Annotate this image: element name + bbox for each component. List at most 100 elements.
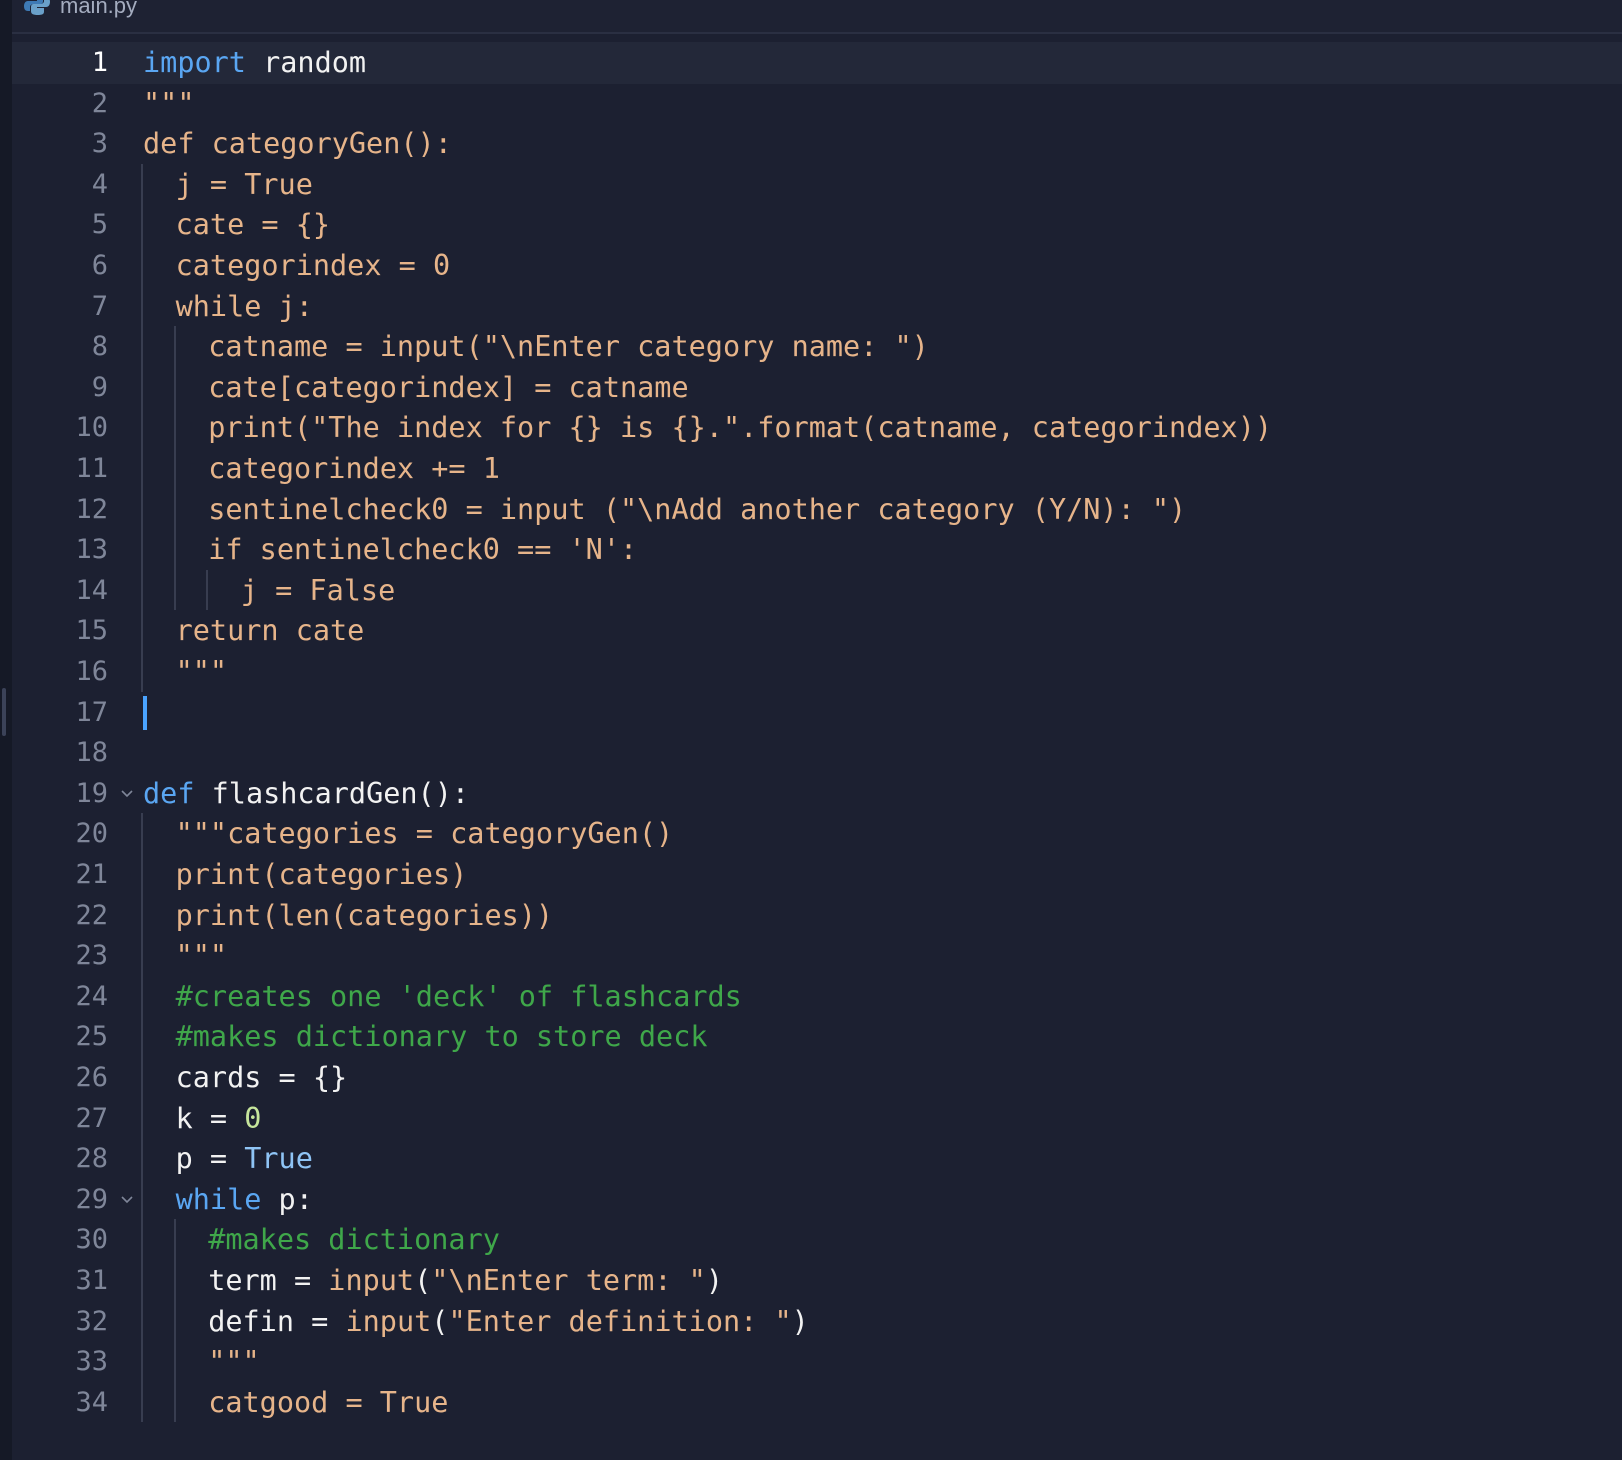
line-number: 5	[91, 209, 108, 241]
code-line[interactable]: 24 #creates one 'deck' of flashcards	[12, 976, 1622, 1018]
code-token: cate[categorindex] = catname	[208, 370, 689, 404]
code-token: "\nEnter term: "	[431, 1264, 706, 1297]
code-line[interactable]: 20 """categories = categoryGen()	[12, 813, 1622, 855]
code-token: return cate	[175, 614, 365, 648]
line-number: 29	[75, 1183, 108, 1215]
code-line[interactable]: 26 cards = {}	[12, 1057, 1622, 1099]
line-number: 11	[75, 453, 108, 484]
code-line[interactable]: 14 j = False	[12, 570, 1622, 612]
code-token: random	[245, 46, 367, 79]
code-line[interactable]: 28 p = True	[12, 1138, 1622, 1180]
line-number: 20	[75, 818, 108, 850]
chevron-down-icon[interactable]	[119, 773, 135, 815]
chevron-down-icon[interactable]	[119, 1179, 135, 1221]
line-number: 26	[75, 1062, 108, 1093]
line-number: 22	[75, 899, 108, 931]
code-line[interactable]: 27 k = 0	[12, 1098, 1622, 1140]
code-token: k =	[175, 1101, 245, 1135]
code-line[interactable]: 30 #makes dictionary	[12, 1219, 1622, 1261]
line-number: 34	[75, 1386, 108, 1418]
code-token: catname = input("\nEnter category name: …	[208, 330, 929, 364]
code-token: while j:	[175, 289, 313, 323]
code-line[interactable]: 9 cate[categorindex] = catname	[12, 367, 1622, 409]
code-text: #makes dictionary to store deck	[176, 1016, 708, 1058]
code-token: cards = {}	[175, 1061, 348, 1094]
code-token: def	[143, 776, 195, 810]
line-number: 1	[91, 47, 108, 78]
code-line[interactable]: 18	[12, 732, 1622, 774]
code-line[interactable]: 23 """	[12, 935, 1622, 977]
code-text: """	[176, 935, 227, 977]
code-line[interactable]: 12 sentinelcheck0 = input ("\nAdd another…	[12, 489, 1622, 531]
indent-guide	[173, 326, 176, 611]
code-line[interactable]: 1 import random	[12, 42, 1622, 84]
code-token: categorindex += 1	[208, 452, 500, 485]
code-text: """	[143, 83, 194, 125]
code-text: """categories = categoryGen()	[176, 813, 674, 855]
line-number: 13	[75, 534, 108, 566]
code-line[interactable]: 29 while p:	[12, 1179, 1622, 1221]
line-number: 23	[75, 940, 108, 972]
code-line[interactable]: 17	[12, 692, 1622, 734]
code-line[interactable]: 21 print(categories)	[12, 854, 1622, 896]
code-line[interactable]: 22 print(len(categories))	[12, 895, 1622, 937]
tab-filename: main.py	[60, 0, 138, 18]
code-line[interactable]: 31 term = input("\nEnter term: ")	[12, 1260, 1622, 1302]
code-text: k = 0	[176, 1098, 262, 1140]
code-token: print(categories)	[175, 858, 468, 891]
code-token: "Enter definition: "	[448, 1304, 792, 1338]
code-line[interactable]: 13 if sentinelcheck0 == 'N':	[12, 529, 1622, 571]
code-token: """categories = categoryGen()	[175, 817, 674, 851]
code-line[interactable]: 16 """	[12, 651, 1622, 693]
line-number: 10	[75, 412, 108, 444]
code-line[interactable]: 7 while j:	[12, 286, 1622, 328]
indent-guide	[141, 813, 143, 1423]
text-cursor	[143, 695, 147, 730]
code-line[interactable]: 11 categorindex += 1	[12, 448, 1622, 490]
code-token: 0	[244, 1101, 262, 1135]
indent-guide	[173, 1219, 176, 1423]
code-line[interactable]: 25 #makes dictionary to store deck	[12, 1016, 1622, 1058]
code-line[interactable]: 5 cate = {}	[12, 204, 1622, 246]
line-number: 12	[75, 493, 108, 525]
code-editor[interactable]: 1 import random 2 """ 3 def categoryGen(): 4 j …	[12, 42, 1622, 1460]
code-token: p:	[261, 1182, 313, 1216]
code-token: True	[244, 1142, 313, 1176]
code-text: categorindex += 1	[208, 448, 500, 490]
line-number: 17	[75, 696, 108, 728]
code-token: flashcardGen():	[194, 776, 470, 810]
code-line[interactable]: 10 print("The index for {} is {}.".format…	[12, 407, 1622, 449]
code-text: catname = input("\nEnter category name: …	[208, 326, 929, 368]
code-line[interactable]: 19 def flashcardGen():	[12, 773, 1622, 815]
line-number: 16	[75, 656, 108, 687]
code-text: defin = input("Enter definition: ")	[208, 1301, 809, 1343]
code-line[interactable]: 33 """	[12, 1341, 1622, 1383]
code-line[interactable]: 3 def categoryGen():	[12, 123, 1622, 165]
line-number: 2	[91, 87, 108, 119]
code-text: #creates one 'deck' of flashcards	[176, 976, 742, 1018]
panel-resize-handle[interactable]	[2, 688, 6, 736]
code-token: while	[175, 1182, 262, 1216]
code-line[interactable]: 34 catgood = True	[12, 1382, 1622, 1424]
code-text: #makes dictionary	[208, 1219, 500, 1261]
code-text: cate = {}	[176, 204, 330, 246]
code-token: j = False	[240, 573, 396, 607]
code-token: #makes dictionary	[208, 1223, 500, 1257]
indent-guide	[206, 569, 209, 611]
line-number: 7	[91, 290, 108, 322]
code-text: catgood = True	[208, 1382, 448, 1424]
code-token: defin =	[208, 1304, 346, 1338]
line-number: 21	[75, 859, 108, 890]
code-text: def flashcardGen():	[143, 773, 469, 815]
code-text: cards = {}	[176, 1057, 348, 1099]
python-file-icon	[24, 0, 50, 15]
line-number: 15	[75, 615, 108, 647]
code-line[interactable]: 6 categorindex = 0	[12, 245, 1622, 287]
code-line[interactable]: 2 """	[12, 83, 1622, 125]
code-line[interactable]: 8 catname = input("\nEnter category name:…	[12, 326, 1622, 368]
code-line[interactable]: 32 defin = input("Enter definition: ")	[12, 1301, 1622, 1343]
code-token: print(len(categories))	[175, 898, 554, 932]
code-line[interactable]: 4 j = True	[12, 164, 1622, 206]
code-line[interactable]: 15 return cate	[12, 610, 1622, 652]
tab-main-py[interactable]: main.py	[24, 0, 137, 24]
